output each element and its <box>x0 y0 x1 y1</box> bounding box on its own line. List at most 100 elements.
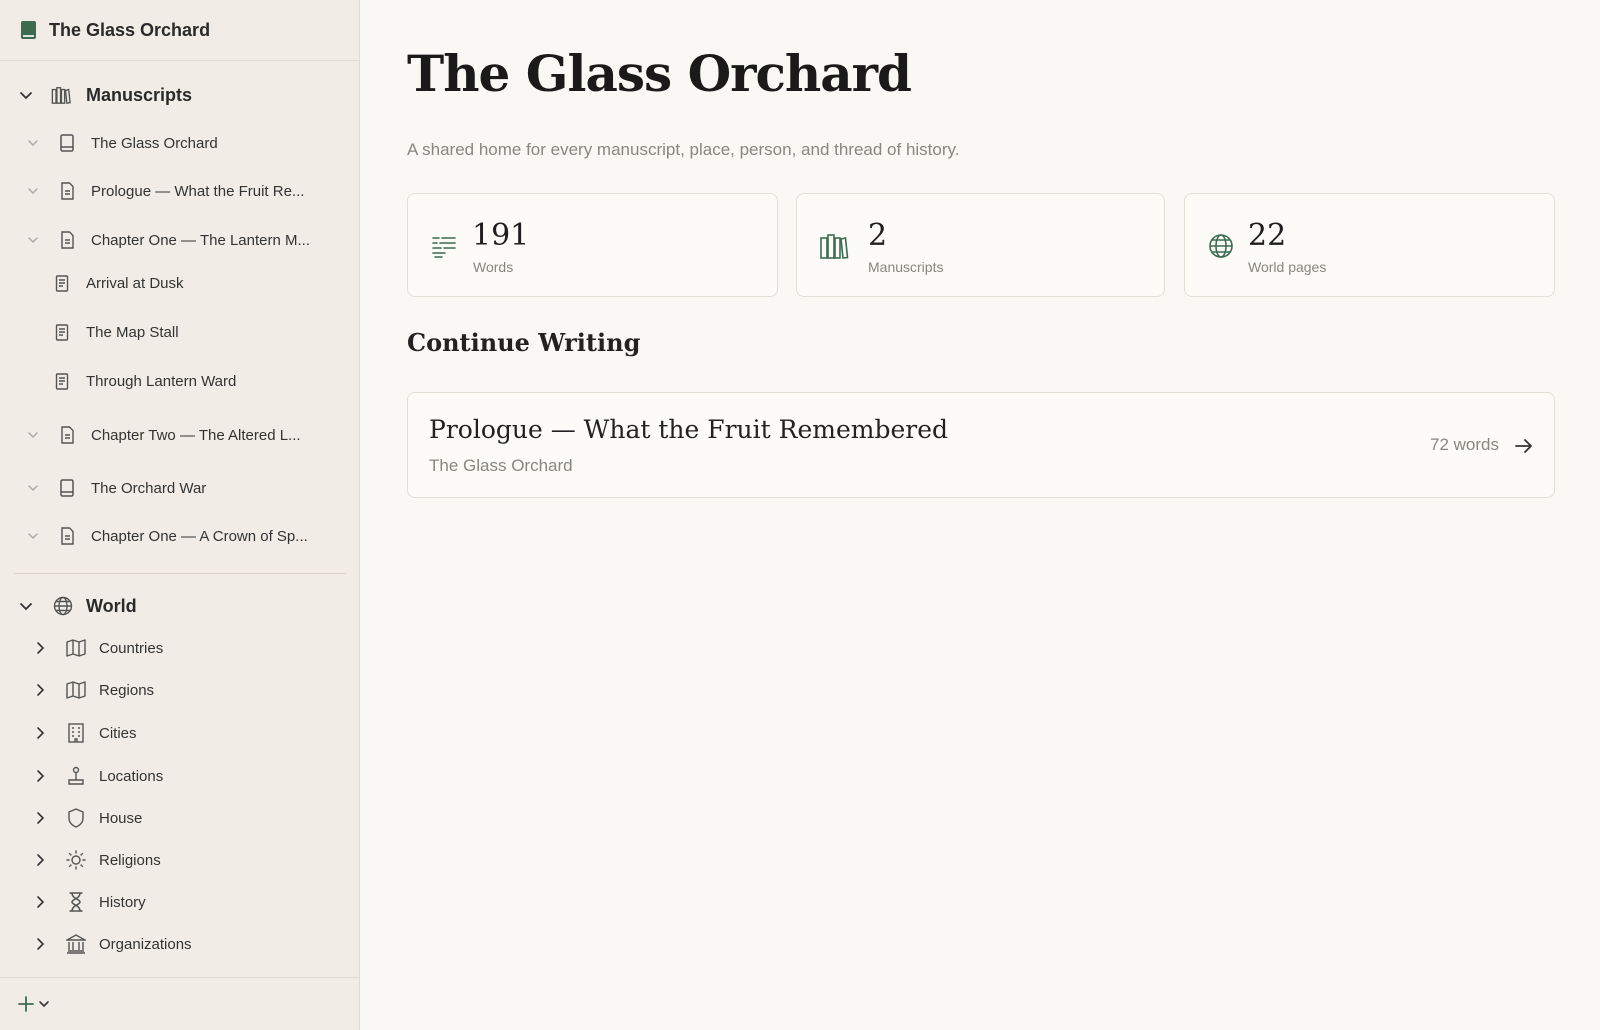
bookshelf-icon <box>51 85 71 105</box>
sidebar-item-locations[interactable]: Locations <box>0 761 359 791</box>
sidebar-item-countries[interactable]: Countries <box>0 633 359 663</box>
building-icon <box>66 723 86 743</box>
chevron-down-icon[interactable] <box>26 136 40 150</box>
sidebar-item-label: Prologue — What the Fruit Re... <box>91 182 305 200</box>
document-icon <box>57 425 77 445</box>
sidebar-item-cities[interactable]: Cities <box>0 718 359 748</box>
sun-icon <box>66 850 86 870</box>
sidebar-item-label: Arrival at Dusk <box>86 274 184 292</box>
chevron-right-icon[interactable] <box>33 683 47 697</box>
chevron-right-icon[interactable] <box>33 769 47 783</box>
sidebar-item-label: Chapter One — A Crown of Sp... <box>91 527 308 545</box>
stat-card-manuscripts: 2 Manuscripts <box>796 193 1165 297</box>
chevron-down-icon[interactable] <box>26 481 40 495</box>
chevron-down-icon[interactable] <box>26 184 40 198</box>
sidebar-header[interactable]: The Glass Orchard <box>0 0 359 61</box>
shield-icon <box>66 808 86 828</box>
continue-card-word-count: 72 words <box>1430 435 1499 454</box>
stat-label: Words <box>473 259 514 275</box>
continue-card-title: Prologue — What the Fruit Remembered <box>429 415 949 444</box>
sidebar: The Glass Orchard Manuscripts The Glass … <box>0 0 360 1030</box>
map-icon <box>66 680 86 700</box>
document-icon <box>57 181 77 201</box>
sidebar-item-scene-arrival[interactable]: Arrival at Dusk <box>0 268 359 298</box>
sidebar-item-label: Organizations <box>99 935 192 953</box>
sidebar-footer <box>0 977 359 1030</box>
book-outline-icon <box>57 478 77 498</box>
scene-icon <box>52 322 72 342</box>
chevron-right-icon[interactable] <box>33 895 47 909</box>
chevron-right-icon[interactable] <box>33 641 47 655</box>
sidebar-item-label: House <box>99 809 143 827</box>
sidebar-item-chapter-two[interactable]: Chapter Two — The Altered L... <box>0 420 359 450</box>
sidebar-item-chapter-one[interactable]: Chapter One — The Lantern M... <box>0 225 359 255</box>
sidebar-section-world[interactable]: World <box>0 591 359 621</box>
continue-card-book: The Glass Orchard <box>429 456 573 475</box>
sidebar-section-manuscripts[interactable]: Manuscripts <box>0 80 359 110</box>
sidebar-item-crown-chapter[interactable]: Chapter One — A Crown of Sp... <box>0 521 359 551</box>
stat-value: 22 <box>1248 218 1287 253</box>
sidebar-item-label: The Orchard War <box>91 479 207 497</box>
sidebar-item-label: Countries <box>99 639 164 657</box>
sidebar-item-organizations[interactable]: Organizations <box>0 929 359 959</box>
sidebar-item-label: Chapter Two — The Altered L... <box>91 426 301 444</box>
chevron-down-icon[interactable] <box>19 599 33 613</box>
stat-label: World pages <box>1248 259 1327 275</box>
sidebar-item-religions[interactable]: Religions <box>0 845 359 875</box>
stat-value: 191 <box>472 218 530 253</box>
book-outline-icon <box>57 133 77 153</box>
sidebar-item-prologue[interactable]: Prologue — What the Fruit Re... <box>0 176 359 206</box>
globe-icon <box>1207 232 1235 260</box>
page-subtitle: A shared home for every manuscript, plac… <box>407 140 960 159</box>
stat-card-words: 191 Words <box>407 193 778 297</box>
chevron-right-icon[interactable] <box>33 937 47 951</box>
sidebar-section-label: World <box>86 595 137 616</box>
chevron-down-icon[interactable] <box>26 233 40 247</box>
document-icon <box>57 526 77 546</box>
sidebar-section-label: Manuscripts <box>86 84 193 105</box>
chevron-down-icon[interactable] <box>26 529 40 543</box>
document-icon <box>57 230 77 250</box>
workspace-title: The Glass Orchard <box>49 19 211 40</box>
sidebar-item-label: Locations <box>99 767 164 785</box>
sidebar-item-label: Religions <box>99 851 161 869</box>
sidebar-item-scene-lantern-ward[interactable]: Through Lantern Ward <box>0 366 359 396</box>
sidebar-item-label: The Glass Orchard <box>91 134 218 152</box>
chevron-down-icon[interactable] <box>19 88 33 102</box>
sidebar-item-label: The Map Stall <box>86 323 179 341</box>
sidebar-item-regions[interactable]: Regions <box>0 675 359 705</box>
globe-icon <box>53 596 73 616</box>
chevron-down-icon[interactable] <box>26 428 40 442</box>
sidebar-item-history[interactable]: History <box>0 887 359 917</box>
stat-value: 2 <box>868 218 888 253</box>
chevron-right-icon[interactable] <box>33 726 47 740</box>
text-lines-icon <box>430 232 458 260</box>
sidebar-item-label: Chapter One — The Lantern M... <box>91 231 311 249</box>
sidebar-item-label: Through Lantern Ward <box>86 372 237 390</box>
chevron-right-icon[interactable] <box>33 811 47 825</box>
sidebar-item-scene-map-stall[interactable]: The Map Stall <box>0 317 359 347</box>
sidebar-item-book-orchard-war[interactable]: The Orchard War <box>0 473 359 503</box>
book-icon <box>20 20 37 40</box>
sidebar-item-label: Cities <box>99 724 137 742</box>
continue-writing-heading: Continue Writing <box>407 328 641 357</box>
sidebar-item-house[interactable]: House <box>0 803 359 833</box>
chevron-down-icon <box>38 998 50 1010</box>
sidebar-item-book-glass-orchard[interactable]: The Glass Orchard <box>0 128 359 158</box>
stat-label: Manuscripts <box>868 259 944 275</box>
arrow-right-icon[interactable] <box>1514 436 1534 456</box>
scene-icon <box>52 273 72 293</box>
institution-icon <box>66 934 86 954</box>
stat-card-world-pages: 22 World pages <box>1184 193 1555 297</box>
bookshelf-icon <box>819 232 849 260</box>
pin-icon <box>66 766 86 786</box>
add-new-button[interactable] <box>18 996 50 1012</box>
continue-writing-card[interactable]: Prologue — What the Fruit Remembered The… <box>407 392 1555 498</box>
sidebar-item-label: History <box>99 893 146 911</box>
chevron-right-icon[interactable] <box>33 853 47 867</box>
plus-icon <box>18 996 34 1012</box>
scene-icon <box>52 371 72 391</box>
page-title: The Glass Orchard <box>407 44 912 103</box>
sidebar-divider <box>14 573 346 574</box>
main-content: The Glass Orchard A shared home for ever… <box>361 0 1600 1030</box>
